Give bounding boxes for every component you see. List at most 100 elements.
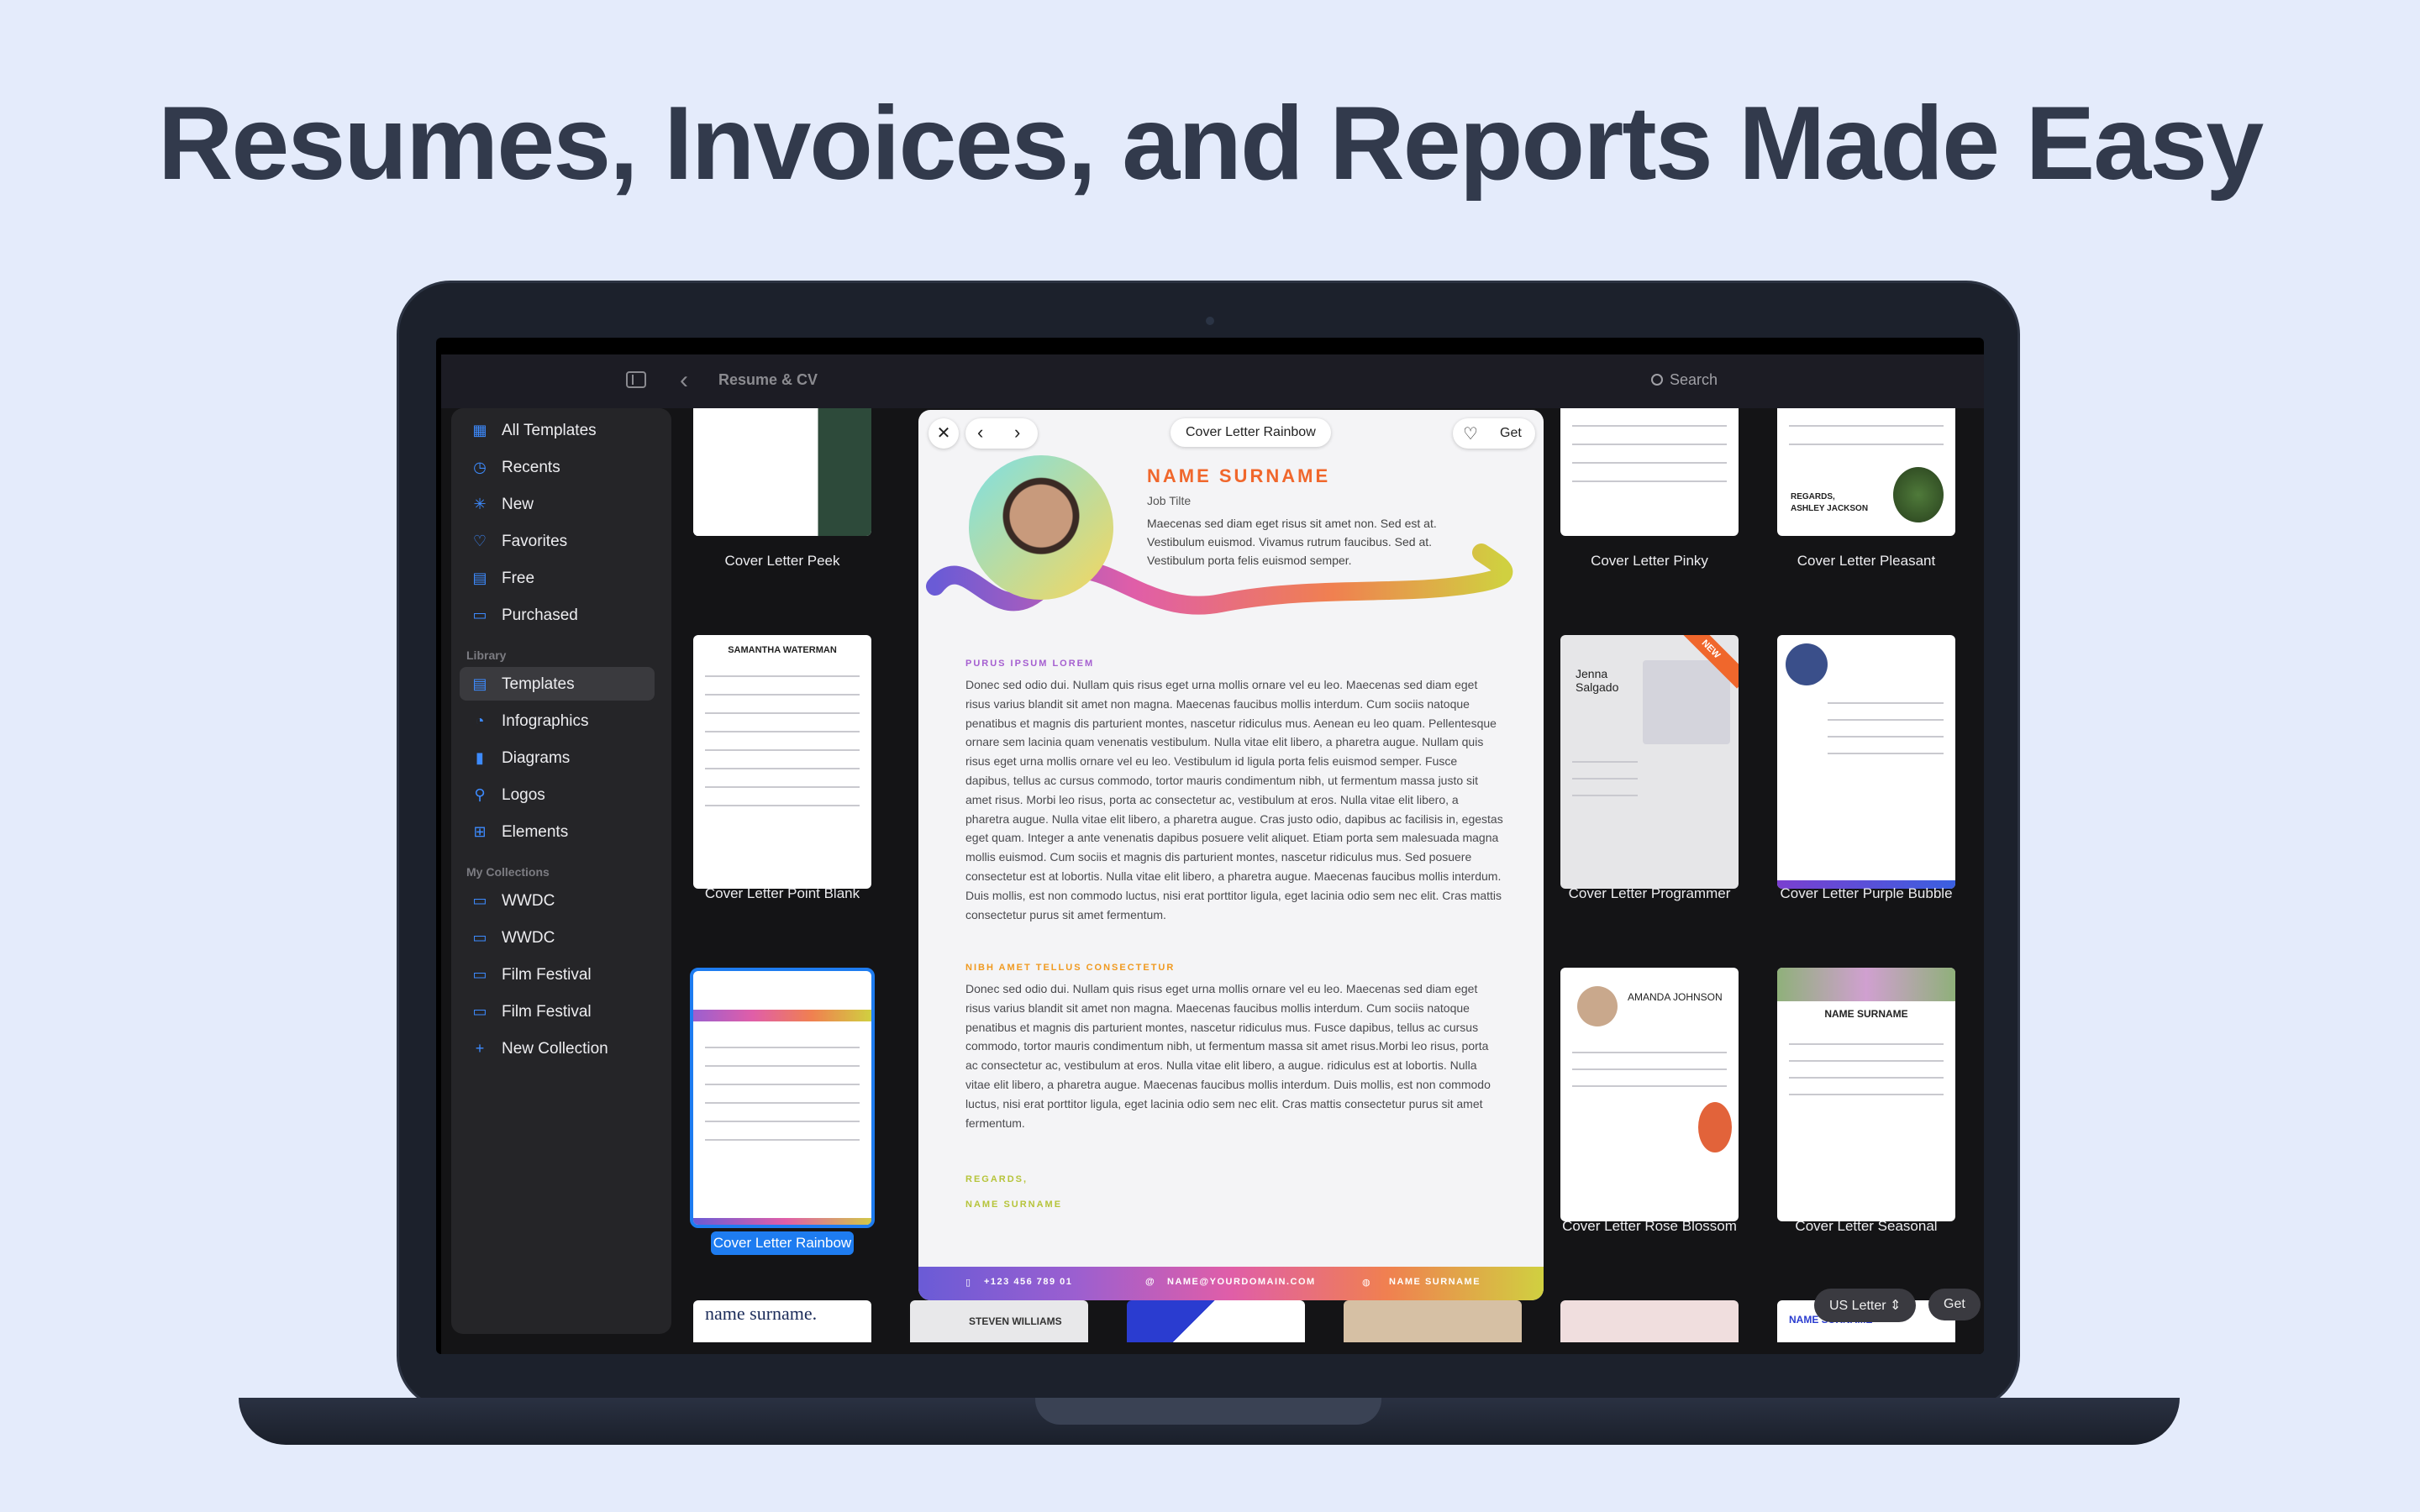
sidebar-collection-film-1[interactable]: ▭ Film Festival	[460, 958, 655, 991]
thumb-purple-bubble[interactable]	[1777, 635, 1955, 889]
sidebar-item-diagrams[interactable]: ▮ Diagrams	[460, 741, 655, 774]
text-line	[1789, 1043, 1944, 1045]
sidebar-item-logos[interactable]: ⚲ Logos	[460, 778, 655, 811]
camera-dot	[1206, 317, 1214, 325]
text-line	[1789, 425, 1944, 427]
sidebar-item-new[interactable]: ✳ New	[460, 487, 655, 521]
template-preview-sheet: ✕ ‹ › Cover Letter Rainbow ♡ Get NAME SU…	[918, 410, 1544, 1300]
flower-image	[1698, 1102, 1732, 1152]
grid-icon: ▦	[472, 422, 487, 438]
sidebar-collection-wwdc-1[interactable]: ▭ WWDC	[460, 884, 655, 917]
floral-border	[1777, 968, 1955, 1001]
sidebar-item-label: WWDC	[502, 929, 555, 947]
avatar	[1786, 643, 1828, 685]
regards-label: REGARDS,	[965, 1174, 1028, 1184]
sidebar-item-purchased[interactable]: ▭ Purchased	[460, 598, 655, 632]
section-heading: NIBH AMET TELLUS CONSECTETUR	[965, 963, 1176, 973]
thumb-programmer[interactable]: Jenna Salgado NEW	[1560, 635, 1739, 889]
thumb-seasonal[interactable]: NAME SURNAME	[1777, 968, 1955, 1221]
thumb-pleasant[interactable]: REGARDS, ASHLEY JACKSON	[1777, 408, 1955, 536]
at-icon: @	[1145, 1277, 1156, 1287]
sidebar-item-all-templates[interactable]: ▦ All Templates	[460, 413, 655, 447]
sidebar-collection-wwdc-2[interactable]: ▭ WWDC	[460, 921, 655, 954]
thumb-bottom-3[interactable]	[1127, 1300, 1305, 1342]
text-line	[1828, 753, 1944, 754]
footer-email: NAME@YOURDOMAIN.COM	[1167, 1277, 1316, 1287]
thumb-name: ASHLEY JACKSON	[1791, 504, 1869, 513]
text-line	[705, 675, 860, 677]
sidebar-item-label: Infographics	[502, 712, 589, 730]
text-line	[1572, 795, 1638, 796]
get-button-bottom[interactable]: Get	[1928, 1289, 1981, 1320]
thumb-pinky[interactable]	[1560, 408, 1739, 536]
document-icon: ▤	[472, 675, 487, 692]
sidebar-collection-film-2[interactable]: ▭ Film Festival	[460, 995, 655, 1028]
sidebar-item-label: Recents	[502, 459, 560, 476]
sidebar-item-favorites[interactable]: ♡ Favorites	[460, 524, 655, 558]
phone-icon: ▯	[965, 1278, 972, 1288]
clock-icon: ◷	[473, 459, 487, 475]
sidebar-item-infographics[interactable]: ◔ Infographics	[460, 704, 655, 738]
thumb-bottom-1[interactable]: name surname.	[693, 1300, 871, 1342]
text-line	[1572, 778, 1638, 780]
heart-icon[interactable]: ♡	[1463, 423, 1478, 444]
heart-icon: ♡	[472, 533, 487, 549]
sidebar-item-elements[interactable]: ⊞ Elements	[460, 815, 655, 848]
text-line	[1789, 1060, 1944, 1062]
sidebar-item-label: Elements	[502, 823, 569, 841]
thumb-name: name surname.	[705, 1303, 818, 1324]
text-line	[705, 805, 860, 806]
sidebar-item-label: New Collection	[502, 1040, 608, 1058]
signature-name: NAME SURNAME	[965, 1200, 1063, 1210]
folder-icon: ▭	[472, 966, 487, 983]
thumb-bottom-4[interactable]	[1344, 1300, 1522, 1342]
sidebar-item-label: Film Festival	[502, 1003, 592, 1021]
sidebar-item-templates[interactable]: ▤ Templates	[460, 667, 655, 701]
text-line	[705, 749, 860, 751]
sidebar-item-label: Purchased	[502, 606, 578, 624]
thumb-name: Jenna Salgado	[1576, 667, 1619, 694]
thumb-point-blank[interactable]: SAMANTHA WATERMAN	[693, 635, 871, 889]
thumb-caption-selected: Cover Letter Rainbow	[711, 1231, 854, 1255]
thumb-rainbow[interactable]	[690, 968, 875, 1228]
contact-footer: ▯ +123 456 789 01 @ NAME@YOURDOMAIN.COM …	[918, 1267, 1544, 1300]
text-line	[705, 1102, 860, 1104]
back-chevron-icon[interactable]: ‹	[680, 366, 688, 395]
chevron-right-icon[interactable]: ›	[1014, 422, 1020, 444]
section-body: Donec sed odio dui. Nullam quis risus eg…	[965, 678, 1503, 921]
chevron-left-icon[interactable]: ‹	[977, 422, 983, 444]
text-line	[705, 1121, 860, 1122]
illustration	[1643, 660, 1730, 744]
text-line	[1789, 1094, 1944, 1095]
laptop-screen: ‹ Resume & CV Search ▦ All Templates ◷ Rec…	[436, 338, 1984, 1354]
thumb-peek[interactable]	[693, 408, 871, 536]
thumb-bottom-5[interactable]	[1560, 1300, 1739, 1342]
thumb-caption: Cover Letter Programmer	[1568, 885, 1731, 901]
text-line	[1828, 736, 1944, 738]
paper-size-label: US Letter	[1829, 1299, 1886, 1313]
text-line	[1572, 480, 1727, 482]
profile-photo	[969, 455, 1113, 600]
plus-icon: +	[475, 1040, 485, 1057]
thumb-bottom-2[interactable]: STEVEN WILLIAMS	[910, 1300, 1088, 1342]
text-line	[1572, 1068, 1727, 1070]
collections-heading: My Collections	[466, 865, 550, 879]
text-line	[1572, 1085, 1727, 1087]
sidebar-item-label: New	[502, 496, 534, 513]
sidebar-item-label: Favorites	[502, 533, 568, 550]
sidebar-item-free[interactable]: ▤ Free	[460, 561, 655, 595]
sidebar-toggle-icon[interactable]	[626, 371, 646, 388]
intro-text: Maecenas sed diam eget risus sit amet no…	[1147, 517, 1437, 567]
sidebar-item-label: All Templates	[502, 422, 597, 439]
thumb-caption: Cover Letter Peek	[724, 553, 840, 569]
footer-web: NAME SURNAME	[1389, 1277, 1481, 1287]
thumb-rose-blossom[interactable]: AMANDA JOHNSON	[1560, 968, 1739, 1221]
get-button[interactable]: Get	[1500, 426, 1522, 441]
close-button[interactable]: ✕	[929, 418, 959, 449]
search-field[interactable]: Search	[1651, 371, 1718, 389]
search-icon	[1651, 374, 1663, 386]
new-collection-button[interactable]: + New Collection	[460, 1032, 655, 1065]
sidebar-item-recents[interactable]: ◷ Recents	[460, 450, 655, 484]
paper-size-select[interactable]: US Letter ⇕	[1814, 1289, 1917, 1322]
text-line	[1572, 1052, 1727, 1053]
